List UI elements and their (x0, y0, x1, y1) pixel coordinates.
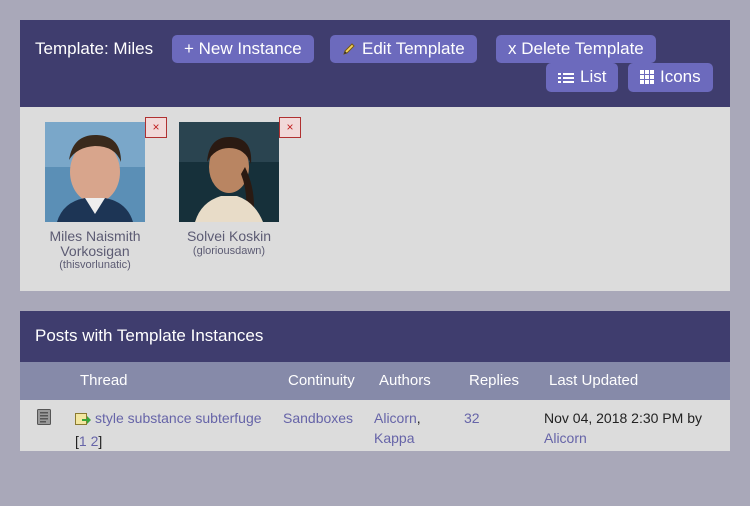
delete-template-label: x Delete Template (508, 39, 644, 58)
column-authors[interactable]: Authors (379, 372, 431, 389)
template-header: Template: Miles + New Instance Edit Temp… (20, 20, 730, 107)
character-card: × Solvei Koskin (gloriousdawn) (154, 117, 304, 257)
remove-character-button[interactable]: × (279, 117, 301, 138)
posts-header: Posts with Template Instances (20, 311, 730, 362)
column-thread[interactable]: Thread (80, 372, 128, 389)
list-view-label: List (580, 67, 607, 86)
template-title: Template: Miles (35, 39, 154, 58)
character-avatar[interactable]: × (179, 117, 301, 222)
posts-column-headers: Thread Continuity Authors Replies Last U… (20, 362, 730, 400)
table-row: style substance subterfuge [1 2] Sandbox… (20, 400, 730, 451)
posts-title: Posts with Template Instances (35, 326, 264, 345)
edit-template-button[interactable]: Edit Template (330, 35, 477, 63)
column-last-updated[interactable]: Last Updated (549, 372, 638, 389)
column-continuity[interactable]: Continuity (288, 372, 355, 389)
pagination-close: ] (98, 433, 103, 449)
grid-icon (640, 65, 654, 93)
author-separator: , (416, 410, 421, 426)
authors-cell: Alicorn, Kappa (374, 408, 421, 448)
author-link[interactable]: Alicorn (374, 410, 417, 426)
delete-template-button[interactable]: x Delete Template (496, 35, 656, 63)
new-instance-label: + New Instance (184, 39, 302, 58)
post-status-icon (37, 409, 51, 430)
list-icon (558, 65, 574, 93)
character-name[interactable]: Solvei Koskin (154, 229, 304, 244)
author-link[interactable]: Kappa (374, 430, 414, 446)
unread-arrow-icon[interactable] (75, 411, 91, 431)
thread-cell: style substance subterfuge [1 2] (75, 408, 275, 451)
new-instance-button[interactable]: + New Instance (172, 35, 314, 63)
icons-view-button[interactable]: Icons (628, 63, 713, 92)
character-screenname: (gloriousdawn) (192, 244, 266, 257)
character-avatar[interactable]: × (45, 117, 167, 222)
last-updated-time: Nov 04, 2018 2:30 PM by (544, 410, 702, 426)
last-author-link[interactable]: Alicorn (544, 430, 587, 446)
edit-template-label: Edit Template (362, 39, 465, 58)
replies-link[interactable]: 32 (464, 410, 480, 426)
continuity-link[interactable]: Sandboxes (283, 410, 353, 426)
icons-view-label: Icons (660, 67, 701, 86)
template-characters-panel: × Miles Naismith Vorkosigan (thisvorluna… (20, 107, 730, 291)
character-card: × Miles Naismith Vorkosigan (thisvorluna… (20, 117, 170, 271)
page-1-link[interactable]: 1 (79, 433, 87, 449)
list-view-button[interactable]: List (546, 63, 619, 93)
pencil-icon (342, 37, 356, 65)
continuity-cell: Sandboxes (283, 408, 353, 428)
column-replies[interactable]: Replies (469, 372, 519, 389)
thread-link[interactable]: style substance subterfuge (95, 410, 262, 426)
last-updated-cell: Nov 04, 2018 2:30 PM by Alicorn (544, 408, 702, 448)
replies-cell: 32 (464, 408, 480, 428)
character-name[interactable]: Miles Naismith Vorkosigan (20, 229, 170, 258)
character-screenname: (thisvorlunatic) (59, 259, 131, 271)
